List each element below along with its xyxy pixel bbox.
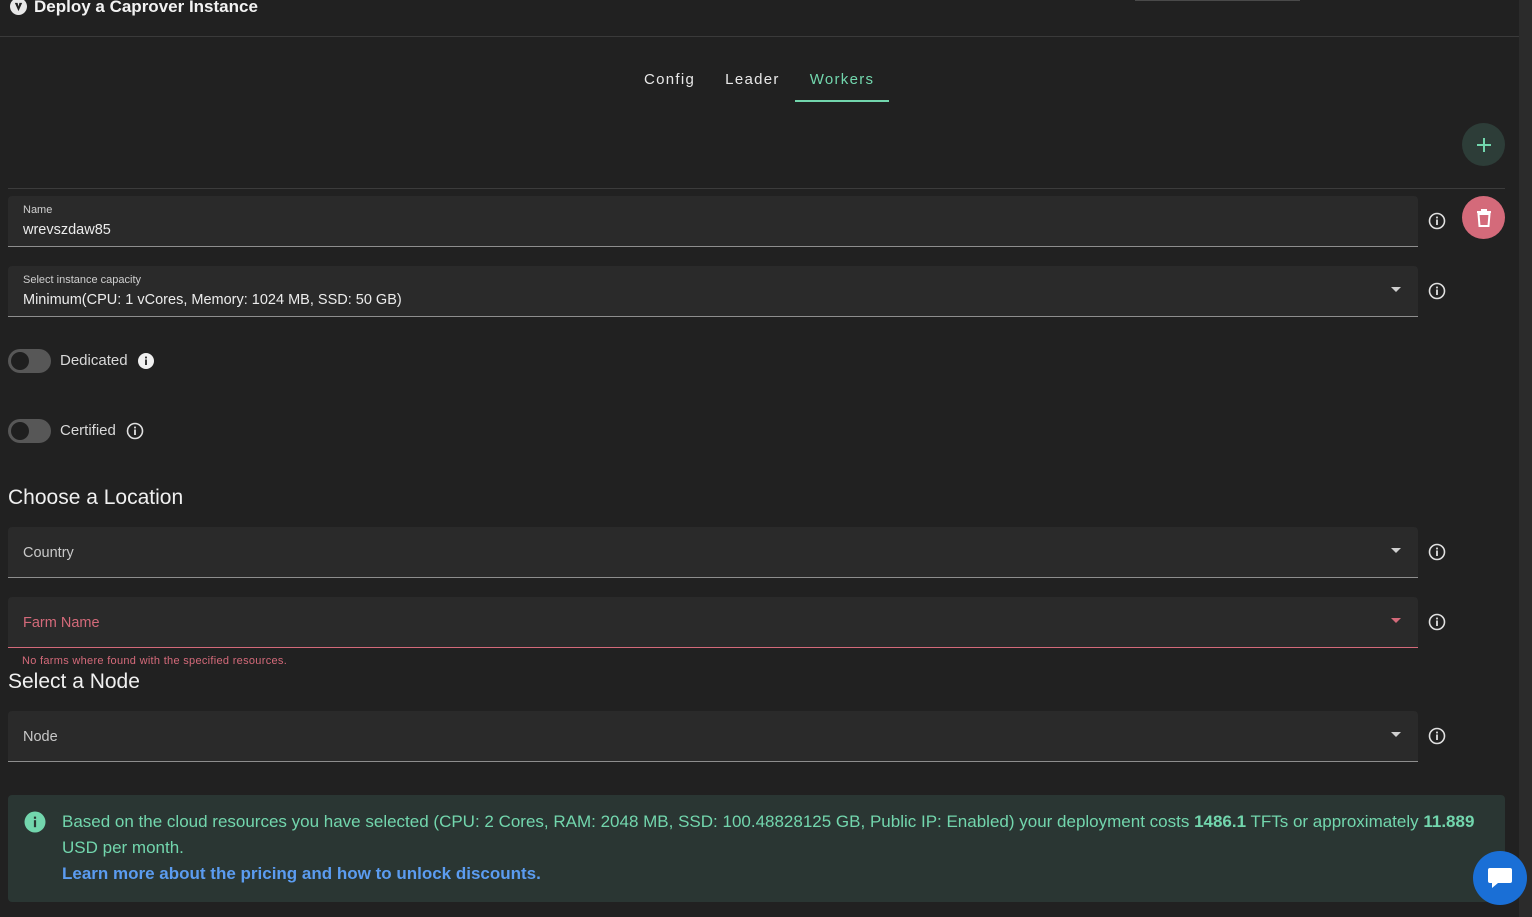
tab-leader[interactable]: Leader <box>710 62 795 100</box>
app-logo-icon <box>10 0 27 15</box>
info-circle-icon[interactable] <box>1428 282 1446 300</box>
pricing-learn-more-link[interactable]: Learn more about the pricing and how to … <box>62 864 541 883</box>
toggle-knob <box>11 352 29 370</box>
instance-capacity-select[interactable]: Select instance capacity Minimum(CPU: 1 … <box>8 266 1418 317</box>
chevron-down-icon[interactable] <box>1391 548 1401 553</box>
info-circle-icon[interactable] <box>1428 543 1446 561</box>
trash-icon <box>1476 208 1491 227</box>
chat-button[interactable] <box>1473 851 1527 905</box>
chevron-down-icon[interactable] <box>1391 287 1401 292</box>
certified-toggle[interactable] <box>8 419 51 443</box>
farm-name-placeholder: Farm Name <box>23 615 100 631</box>
pricing-text: Based on the cloud resources you have se… <box>62 809 1482 887</box>
dedicated-label: Dedicated <box>60 352 128 369</box>
node-placeholder: Node <box>23 729 58 745</box>
top-bar: Deploy a Caprover Instance <box>0 0 1519 37</box>
add-worker-button[interactable] <box>1462 123 1505 166</box>
node-select[interactable]: Node <box>8 711 1418 762</box>
toggle-knob <box>11 422 29 440</box>
dedicated-toggle[interactable] <box>8 349 51 373</box>
pricing-text-middle: TFTs or approximately <box>1246 812 1424 831</box>
pricing-text-after: USD per month. <box>62 838 184 857</box>
worker-name-field[interactable]: Name wrevszdaw85 <box>8 196 1418 247</box>
chevron-down-icon[interactable] <box>1391 618 1401 623</box>
info-circle-icon[interactable] <box>1428 727 1446 745</box>
tab-config[interactable]: Config <box>629 62 710 100</box>
chevron-down-icon[interactable] <box>1391 732 1401 737</box>
location-section-title: Choose a Location <box>8 486 184 509</box>
usd-cost: 11.889 <box>1423 812 1475 831</box>
certified-label: Certified <box>60 422 116 439</box>
info-circle-icon[interactable] <box>126 422 144 440</box>
farm-name-select[interactable]: Farm Name <box>8 597 1418 648</box>
capacity-value: Minimum(CPU: 1 vCores, Memory: 1024 MB, … <box>23 292 402 308</box>
page-title: Deploy a Caprover Instance <box>34 0 258 16</box>
tab-bar: Config Leader Workers <box>629 62 890 102</box>
info-filled-icon[interactable] <box>137 352 155 370</box>
info-circle-icon[interactable] <box>1428 212 1446 230</box>
farm-error-message: No farms where found with the specified … <box>22 655 288 667</box>
chat-icon <box>1488 868 1512 888</box>
node-section-title: Select a Node <box>8 670 140 693</box>
country-select[interactable]: Country <box>8 527 1418 578</box>
scrollbar[interactable] <box>1519 0 1532 917</box>
name-label: Name <box>23 204 53 216</box>
info-circle-icon[interactable] <box>1428 613 1446 631</box>
capacity-label: Select instance capacity <box>23 274 142 286</box>
tab-workers[interactable]: Workers <box>794 62 890 102</box>
pricing-alert: Based on the cloud resources you have se… <box>8 795 1505 902</box>
delete-worker-button[interactable] <box>1462 196 1505 239</box>
plus-icon <box>1476 137 1491 152</box>
top-edge-divider <box>1135 0 1300 1</box>
name-value[interactable]: wrevszdaw85 <box>23 222 111 238</box>
country-placeholder: Country <box>23 545 74 561</box>
tft-cost: 1486.1 <box>1194 812 1247 831</box>
info-filled-icon <box>24 811 46 833</box>
pricing-text-before: Based on the cloud resources you have se… <box>62 812 1195 831</box>
section-divider <box>8 188 1505 189</box>
